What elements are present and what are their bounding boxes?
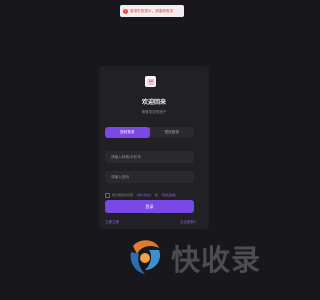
privacy-link[interactable]: 《隐私政策》 [160,193,178,197]
forgot-password-link[interactable]: 忘记密码? [180,220,196,225]
login-button[interactable]: 登录 [105,200,194,213]
agreement-row: 我已阅读并同意 《用户协议》 和 《隐私政策》 [105,192,194,198]
agree-prefix: 我已阅读并同意 [112,193,134,197]
login-method-tabs: 密码登录 短信登录 [105,127,194,138]
page-title: 欢迎回来 [141,99,166,106]
tab-sms-login[interactable]: 短信登录 [150,127,195,138]
tab-password-login[interactable]: 密码登录 [105,127,150,138]
register-link[interactable]: 立即注册 [105,220,119,225]
error-circle-icon: ! [123,8,128,14]
watermark-text: 快收录 [171,243,262,277]
watermark-logo-icon [130,240,161,274]
page-subtitle: 请登录您的账户 [141,110,167,114]
password-input[interactable] [105,171,194,183]
toast-message: 登录失败提示，请重新登录 [130,8,174,13]
watermark: 快收录 [125,233,285,283]
agree-and: 和 [155,193,159,197]
terms-link[interactable]: 《用户协议》 [135,193,153,197]
agree-checkbox[interactable] [105,192,110,198]
error-toast: ! 登录失败提示，请重新登录 [120,5,184,17]
username-input[interactable] [105,151,194,163]
app-logo-icon [145,76,156,87]
